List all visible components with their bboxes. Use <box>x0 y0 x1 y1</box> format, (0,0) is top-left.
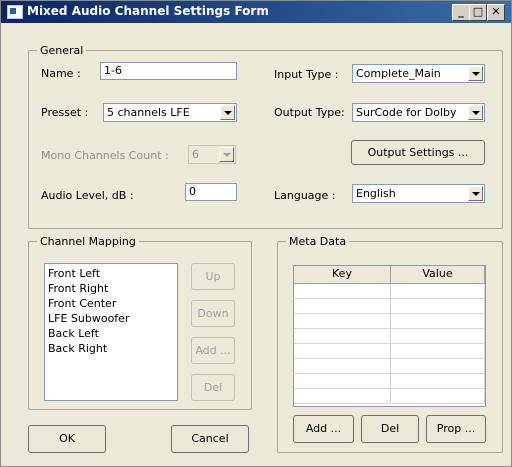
channel-mapping-title: Channel Mapping <box>37 235 139 248</box>
chevron-down-icon[interactable] <box>468 66 483 81</box>
list-item[interactable]: Back Right <box>48 341 174 356</box>
close-icon: ✕ <box>491 5 501 18</box>
name-field[interactable]: 1-6 <box>100 62 237 80</box>
table-row[interactable] <box>294 374 485 389</box>
presset-label: Presset : <box>41 106 89 119</box>
title-bar[interactable]: Mixed Audio Channel Settings Form _ □ ✕ <box>1 1 511 23</box>
add-meta-button[interactable]: Add ... <box>293 415 354 443</box>
list-item[interactable]: LFE Subwoofer <box>48 311 174 326</box>
table-row[interactable] <box>294 389 485 404</box>
output-type-select[interactable]: SurCode for Dolby <box>352 103 485 122</box>
properties-meta-button[interactable]: Prop ... <box>426 415 486 443</box>
mono-channels-select: 6 <box>188 145 236 164</box>
input-type-select[interactable]: Complete_Main <box>352 64 485 83</box>
cancel-button[interactable]: Cancel <box>171 425 249 453</box>
table-row[interactable] <box>294 359 485 374</box>
window-title: Mixed Audio Channel Settings Form <box>27 4 269 18</box>
chevron-down-icon[interactable] <box>468 186 483 201</box>
up-button[interactable]: Up <box>191 263 235 290</box>
minimize-icon: _ <box>458 5 464 18</box>
presset-value: 5 channels LFE <box>107 106 190 119</box>
table-row[interactable] <box>294 344 485 359</box>
meta-data-title: Meta Data <box>286 235 350 248</box>
table-row[interactable] <box>294 329 485 344</box>
meta-data-grid[interactable]: Key Value <box>293 265 486 407</box>
grid-header: Key Value <box>294 266 485 284</box>
audio-level-label: Audio Level, dB : <box>41 189 134 202</box>
maximize-icon: □ <box>472 5 484 18</box>
channel-list[interactable]: Front Left Front Right Front Center LFE … <box>44 263 178 401</box>
table-row[interactable] <box>294 284 485 299</box>
language-label: Language : <box>274 189 336 202</box>
dialog-window: Mixed Audio Channel Settings Form _ □ ✕ … <box>0 0 512 467</box>
down-button[interactable]: Down <box>191 300 235 327</box>
chevron-down-icon[interactable] <box>468 105 483 120</box>
language-value: English <box>356 187 396 200</box>
output-type-value: SurCode for Dolby <box>356 106 457 119</box>
add-channel-button[interactable]: Add ... <box>191 337 235 364</box>
close-button[interactable]: ✕ <box>487 4 505 21</box>
list-item[interactable]: Front Right <box>48 281 174 296</box>
minimize-button[interactable]: _ <box>452 4 470 21</box>
delete-meta-button[interactable]: Del <box>361 415 419 443</box>
audio-level-field[interactable]: 0 <box>185 183 237 201</box>
language-select[interactable]: English <box>352 184 485 203</box>
table-row[interactable] <box>294 299 485 314</box>
list-item[interactable]: Front Center <box>48 296 174 311</box>
ok-button[interactable]: OK <box>28 425 106 453</box>
value-column-header[interactable]: Value <box>391 266 485 283</box>
maximize-button[interactable]: □ <box>469 4 487 21</box>
table-row[interactable] <box>294 314 485 329</box>
delete-channel-button[interactable]: Del <box>191 374 235 401</box>
name-label: Name : <box>41 67 81 80</box>
key-column-header[interactable]: Key <box>294 266 391 283</box>
app-icon <box>7 5 23 19</box>
list-item[interactable]: Back Left <box>48 326 174 341</box>
presset-select[interactable]: 5 channels LFE <box>103 103 237 122</box>
chevron-down-icon[interactable] <box>220 105 235 120</box>
list-item[interactable]: Front Left <box>48 266 174 281</box>
mono-channels-label: Mono Channels Count : <box>41 149 169 162</box>
output-type-label: Output Type: <box>274 106 345 119</box>
chevron-down-icon <box>219 147 234 162</box>
input-type-label: Input Type : <box>274 68 339 81</box>
input-type-value: Complete_Main <box>356 67 441 80</box>
mono-channels-value: 6 <box>192 148 199 161</box>
general-group-title: General <box>37 44 87 57</box>
output-settings-button[interactable]: Output Settings ... <box>351 140 485 165</box>
